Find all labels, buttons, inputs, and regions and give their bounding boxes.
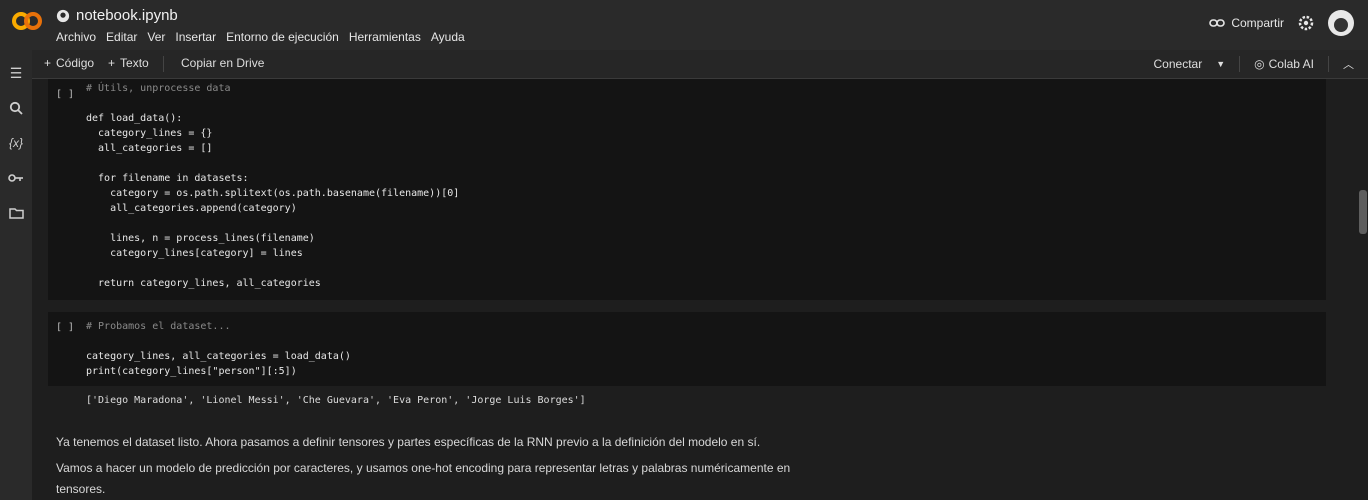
cell-output: ['Diego Maradona', 'Lionel Messi', 'Che …: [86, 395, 586, 406]
menu-bar: Archivo Editar Ver Insertar Entorno de e…: [56, 30, 465, 44]
copy-to-drive-label: Copiar en Drive: [181, 56, 265, 70]
plus-icon: +: [44, 56, 52, 70]
toolbar-divider: [1239, 56, 1241, 72]
share-label: Compartir: [1231, 16, 1284, 30]
scrollbar[interactable]: [1358, 79, 1368, 500]
text-cell-paragraph: Vamos a hacer un modelo de predicción po…: [56, 461, 791, 475]
folder-icon[interactable]: [6, 203, 26, 223]
colab-ai-button[interactable]: ◎ Colab AI: [1254, 57, 1314, 71]
avatar[interactable]: [1328, 10, 1354, 36]
notebook-title-row: notebook.ipynb: [56, 7, 178, 24]
scrollbar-thumb[interactable]: [1359, 190, 1367, 234]
variables-icon[interactable]: {x}: [6, 133, 26, 153]
connect-button[interactable]: Conectar: [1154, 57, 1203, 71]
run-cell-button[interactable]: [ ]: [56, 322, 74, 333]
colab-ai-icon: ◎: [1254, 57, 1265, 71]
toolbar-divider: [163, 56, 164, 72]
share-button[interactable]: Compartir: [1209, 16, 1284, 30]
plus-icon: +: [108, 56, 116, 70]
toolbar-divider: [1328, 56, 1329, 72]
colab-logo[interactable]: [10, 8, 44, 34]
menu-insertar[interactable]: Insertar: [175, 30, 216, 44]
notebook-title[interactable]: notebook.ipynb: [76, 7, 178, 24]
copy-to-drive-button[interactable]: Copiar en Drive: [181, 56, 264, 70]
colab-ai-label: Colab AI: [1268, 57, 1314, 71]
add-text-button[interactable]: + Texto: [108, 56, 149, 70]
code-editor[interactable]: # Útils, unprocesse data def load_data()…: [86, 81, 459, 291]
menu-archivo[interactable]: Archivo: [56, 30, 96, 44]
header-actions: Compartir: [1209, 10, 1354, 36]
top-bar: notebook.ipynb Archivo Editar Ver Insert…: [0, 0, 1368, 50]
menu-editar[interactable]: Editar: [106, 30, 137, 44]
run-cell-button[interactable]: [ ]: [56, 89, 74, 100]
code-cell[interactable]: [ ] # Probamos el dataset... category_li…: [48, 312, 1326, 386]
menu-entorno[interactable]: Entorno de ejecución: [226, 30, 339, 44]
code-cell[interactable]: [ ] # Útils, unprocesse data def load_da…: [48, 79, 1326, 300]
menu-ver[interactable]: Ver: [147, 30, 165, 44]
github-icon: [56, 9, 70, 22]
left-sidebar: ☰ {x}: [0, 50, 32, 500]
add-text-label: Texto: [120, 56, 149, 70]
add-code-label: Código: [56, 56, 95, 70]
menu-herramientas[interactable]: Herramientas: [349, 30, 421, 44]
menu-ayuda[interactable]: Ayuda: [431, 30, 465, 44]
key-icon[interactable]: [6, 168, 26, 188]
gear-icon[interactable]: [1298, 15, 1314, 31]
add-code-button[interactable]: + Código: [44, 56, 94, 70]
link-icon: [1209, 19, 1226, 27]
notebook-main: [ ] # Útils, unprocesse data def load_da…: [32, 79, 1368, 500]
search-icon[interactable]: [6, 98, 26, 118]
notebook-toolbar: + Código + Texto Copiar en Drive Conecta…: [32, 50, 1368, 79]
chevron-down-icon[interactable]: ▼: [1216, 59, 1225, 69]
list-icon[interactable]: ☰: [6, 63, 26, 83]
code-editor[interactable]: # Probamos el dataset... category_lines,…: [86, 319, 351, 379]
text-cell-paragraph: Ya tenemos el dataset listo. Ahora pasam…: [56, 435, 761, 449]
toolbar-right: Conectar ▼ ◎ Colab AI ︿: [1154, 56, 1354, 72]
text-cell-paragraph: tensores.: [56, 482, 106, 496]
chevron-up-icon[interactable]: ︿: [1343, 56, 1354, 72]
